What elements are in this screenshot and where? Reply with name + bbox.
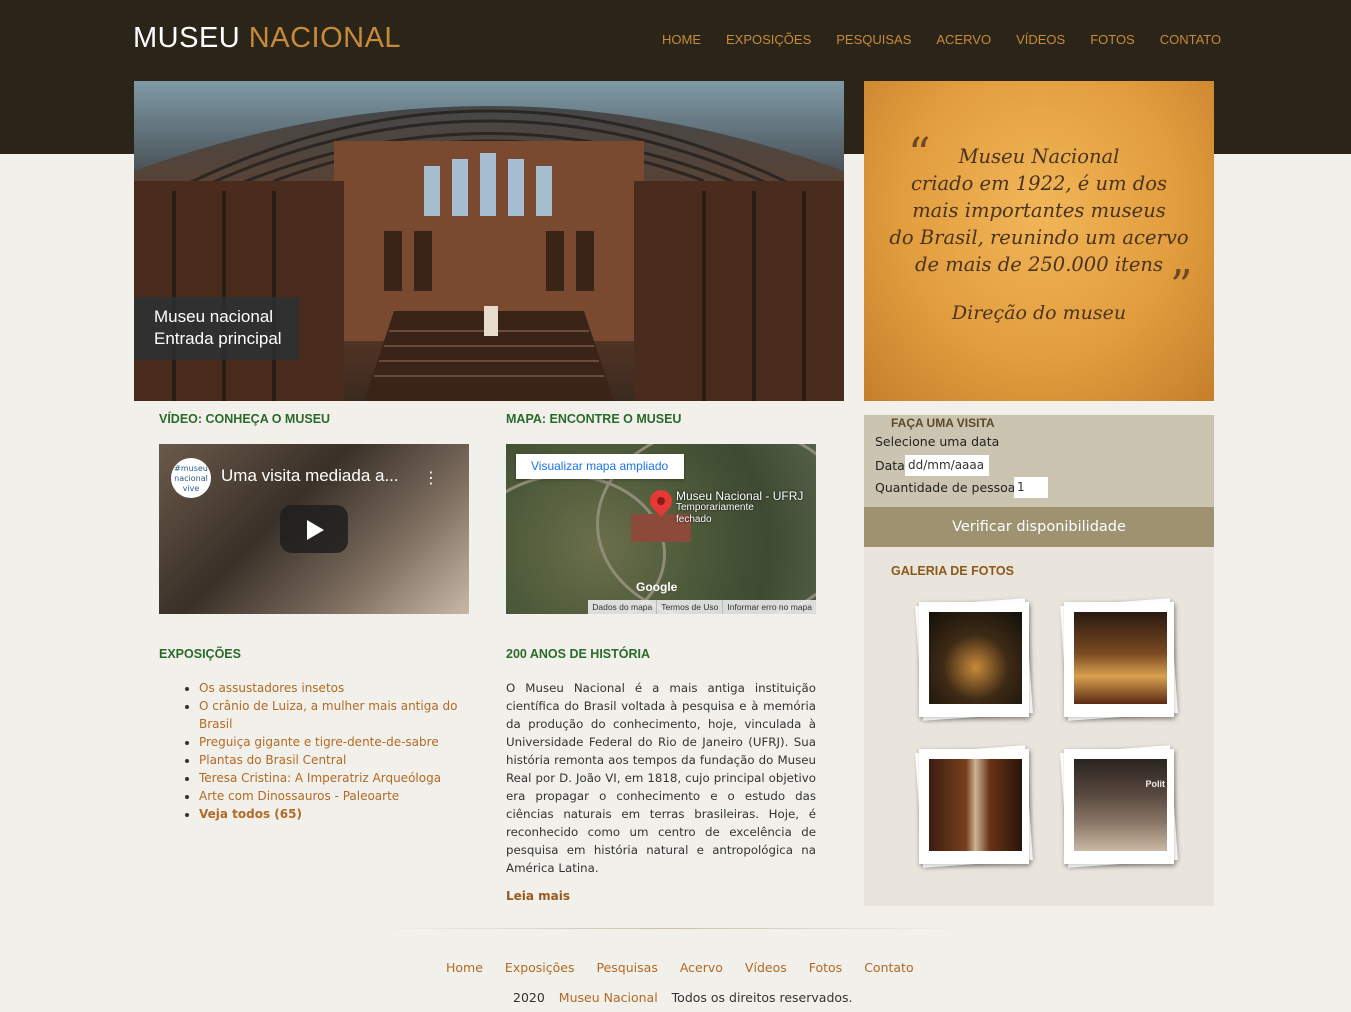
site-logo[interactable]: MUSEU NACIONAL <box>133 22 401 55</box>
footer-divider <box>376 928 966 929</box>
caption-line-2: Entrada principal <box>154 329 282 348</box>
footer-nav: Home Exposições Pesquisas Acervo Vídeos … <box>446 960 936 975</box>
quote-text: Museu Nacional criado em 1922, é um dos … <box>884 143 1194 278</box>
list-item[interactable]: Preguiça gigante e tigre-dente-de-sabre <box>199 733 464 751</box>
copyright-brand-link[interactable]: Museu Nacional <box>559 990 658 1005</box>
list-item[interactable]: O crânio de Luiza, a mulher mais antiga … <box>199 697 464 733</box>
people-input[interactable]: 1 <box>1014 477 1048 498</box>
main-nav: HOME EXPOSIÇÕES PESQUISAS ACERVO VÍDEOS … <box>662 32 1246 47</box>
pin-dot <box>657 497 665 505</box>
photo-image: Polit <box>1074 759 1167 851</box>
footer-link-fotos[interactable]: Fotos <box>809 960 842 975</box>
photo-image <box>1074 612 1167 704</box>
nav-videos[interactable]: VÍDEOS <box>1016 32 1065 47</box>
footer-link-acervo[interactable]: Acervo <box>680 960 723 975</box>
exhibitions-heading: EXPOSIÇÕES <box>159 647 241 661</box>
video-player[interactable]: #museu nacional vive Uma visita mediada … <box>159 444 469 614</box>
list-item[interactable]: Os assustadores insetos <box>199 679 464 697</box>
footer-link-exposicoes[interactable]: Exposições <box>505 960 575 975</box>
quote-line: do Brasil, reunindo um acervo <box>889 226 1189 249</box>
photo-sign: Polit <box>1145 779 1166 789</box>
photo-gallery: GALERIA DE FOTOS Polit <box>864 547 1214 906</box>
nav-exposicoes[interactable]: EXPOSIÇÕES <box>726 32 811 47</box>
copyright-year: 2020 <box>513 990 545 1005</box>
map-terms-link[interactable]: Termos de Uso <box>656 600 722 614</box>
gallery-photo[interactable] <box>915 598 1033 721</box>
see-all-link[interactable]: Veja todos (65) <box>199 805 464 823</box>
view-larger-map-button[interactable]: Visualizar mapa ampliado <box>516 454 684 479</box>
quote-box: “ Museu Nacional criado em 1922, é um do… <box>864 81 1214 401</box>
embedded-map[interactable]: Visualizar mapa ampliado Museu Nacional … <box>506 444 816 614</box>
photo-image <box>929 612 1022 704</box>
list-item[interactable]: Arte com Dinossauros - Paleoarte <box>199 787 464 805</box>
channel-avatar[interactable]: #museu nacional vive <box>171 458 211 498</box>
visit-form: FAÇA UMA VISITA Selecione uma data Data … <box>864 415 1214 507</box>
video-heading: VÍDEO: CONHEÇA O MUSEU <box>159 412 331 426</box>
list-item[interactable]: Teresa Cristina: A Imperatriz Arqueóloga <box>199 769 464 787</box>
quote-line: Museu Nacional <box>958 145 1120 168</box>
more-options-icon[interactable]: ⋮ <box>423 468 439 487</box>
nav-fotos[interactable]: FOTOS <box>1090 32 1135 47</box>
date-input[interactable]: dd/mm/aaaa <box>905 455 989 476</box>
nav-home[interactable]: HOME <box>662 32 701 47</box>
video-title[interactable]: Uma visita mediada a... <box>221 466 399 486</box>
people-label: Quantidade de pessoas <box>875 480 1022 495</box>
exhibitions-list: Os assustadores insetos O crânio de Luiz… <box>199 679 464 823</box>
gallery-photo[interactable]: Polit <box>1060 745 1178 868</box>
quote-author: Direção do museu <box>951 302 1127 324</box>
place-status-1: Temporariamente <box>676 502 754 513</box>
play-icon <box>307 520 324 540</box>
caption-line-1: Museu nacional <box>154 307 274 326</box>
place-status-2: fechado <box>676 514 712 525</box>
map-report-link[interactable]: Informar erro no mapa <box>722 600 816 614</box>
check-availability-button[interactable]: Verificar disponibilidade <box>864 507 1214 547</box>
place-name: Museu Nacional - UFRJ <box>676 489 804 503</box>
map-data-link[interactable]: Dados do mapa <box>588 600 656 614</box>
history-text: O Museu Nacional é a mais antiga institu… <box>506 681 816 875</box>
read-more-link[interactable]: Leia mais <box>506 889 570 903</box>
quote-line: de mais de 250.000 itens <box>914 253 1163 276</box>
nav-contato[interactable]: CONTATO <box>1160 32 1221 47</box>
gallery-heading: GALERIA DE FOTOS <box>891 564 1014 578</box>
footer-link-home[interactable]: Home <box>446 960 483 975</box>
footer-link-pesquisas[interactable]: Pesquisas <box>597 960 658 975</box>
quote-line: criado em 1922, é um dos <box>911 172 1167 195</box>
history-heading: 200 ANOS DE HISTÓRIA <box>506 647 651 661</box>
visit-subtitle: Selecione uma data <box>875 434 1000 449</box>
hero-caption: Museu nacional Entrada principal <box>134 297 299 360</box>
photo-image <box>929 759 1022 851</box>
list-item[interactable]: Plantas do Brasil Central <box>199 751 464 769</box>
gallery-photo[interactable] <box>915 745 1033 868</box>
footer-link-videos[interactable]: Vídeos <box>745 960 787 975</box>
logo-word-2: NACIONAL <box>248 22 402 54</box>
google-logo: Google <box>636 580 678 594</box>
map-footer: Dados do mapa Termos de Uso Informar err… <box>588 600 816 614</box>
copyright-rights: Todos os direitos reservados. <box>671 990 853 1005</box>
footer-link-contato[interactable]: Contato <box>864 960 913 975</box>
logo-word-1: MUSEU <box>133 22 241 54</box>
quote-line: mais importantes museus <box>912 199 1166 222</box>
gallery-photo[interactable] <box>1060 598 1178 721</box>
visit-heading: FAÇA UMA VISITA <box>891 416 995 430</box>
map-heading: MAPA: ENCONTRE O MUSEU <box>506 412 682 426</box>
nav-acervo[interactable]: ACERVO <box>936 32 991 47</box>
nav-pesquisas[interactable]: PESQUISAS <box>836 32 911 47</box>
place-label[interactable]: Museu Nacional - UFRJ Temporariamente fe… <box>676 490 803 526</box>
date-label: Data <box>875 458 905 473</box>
copyright: 2020 Museu Nacional Todos os direitos re… <box>513 990 853 1005</box>
